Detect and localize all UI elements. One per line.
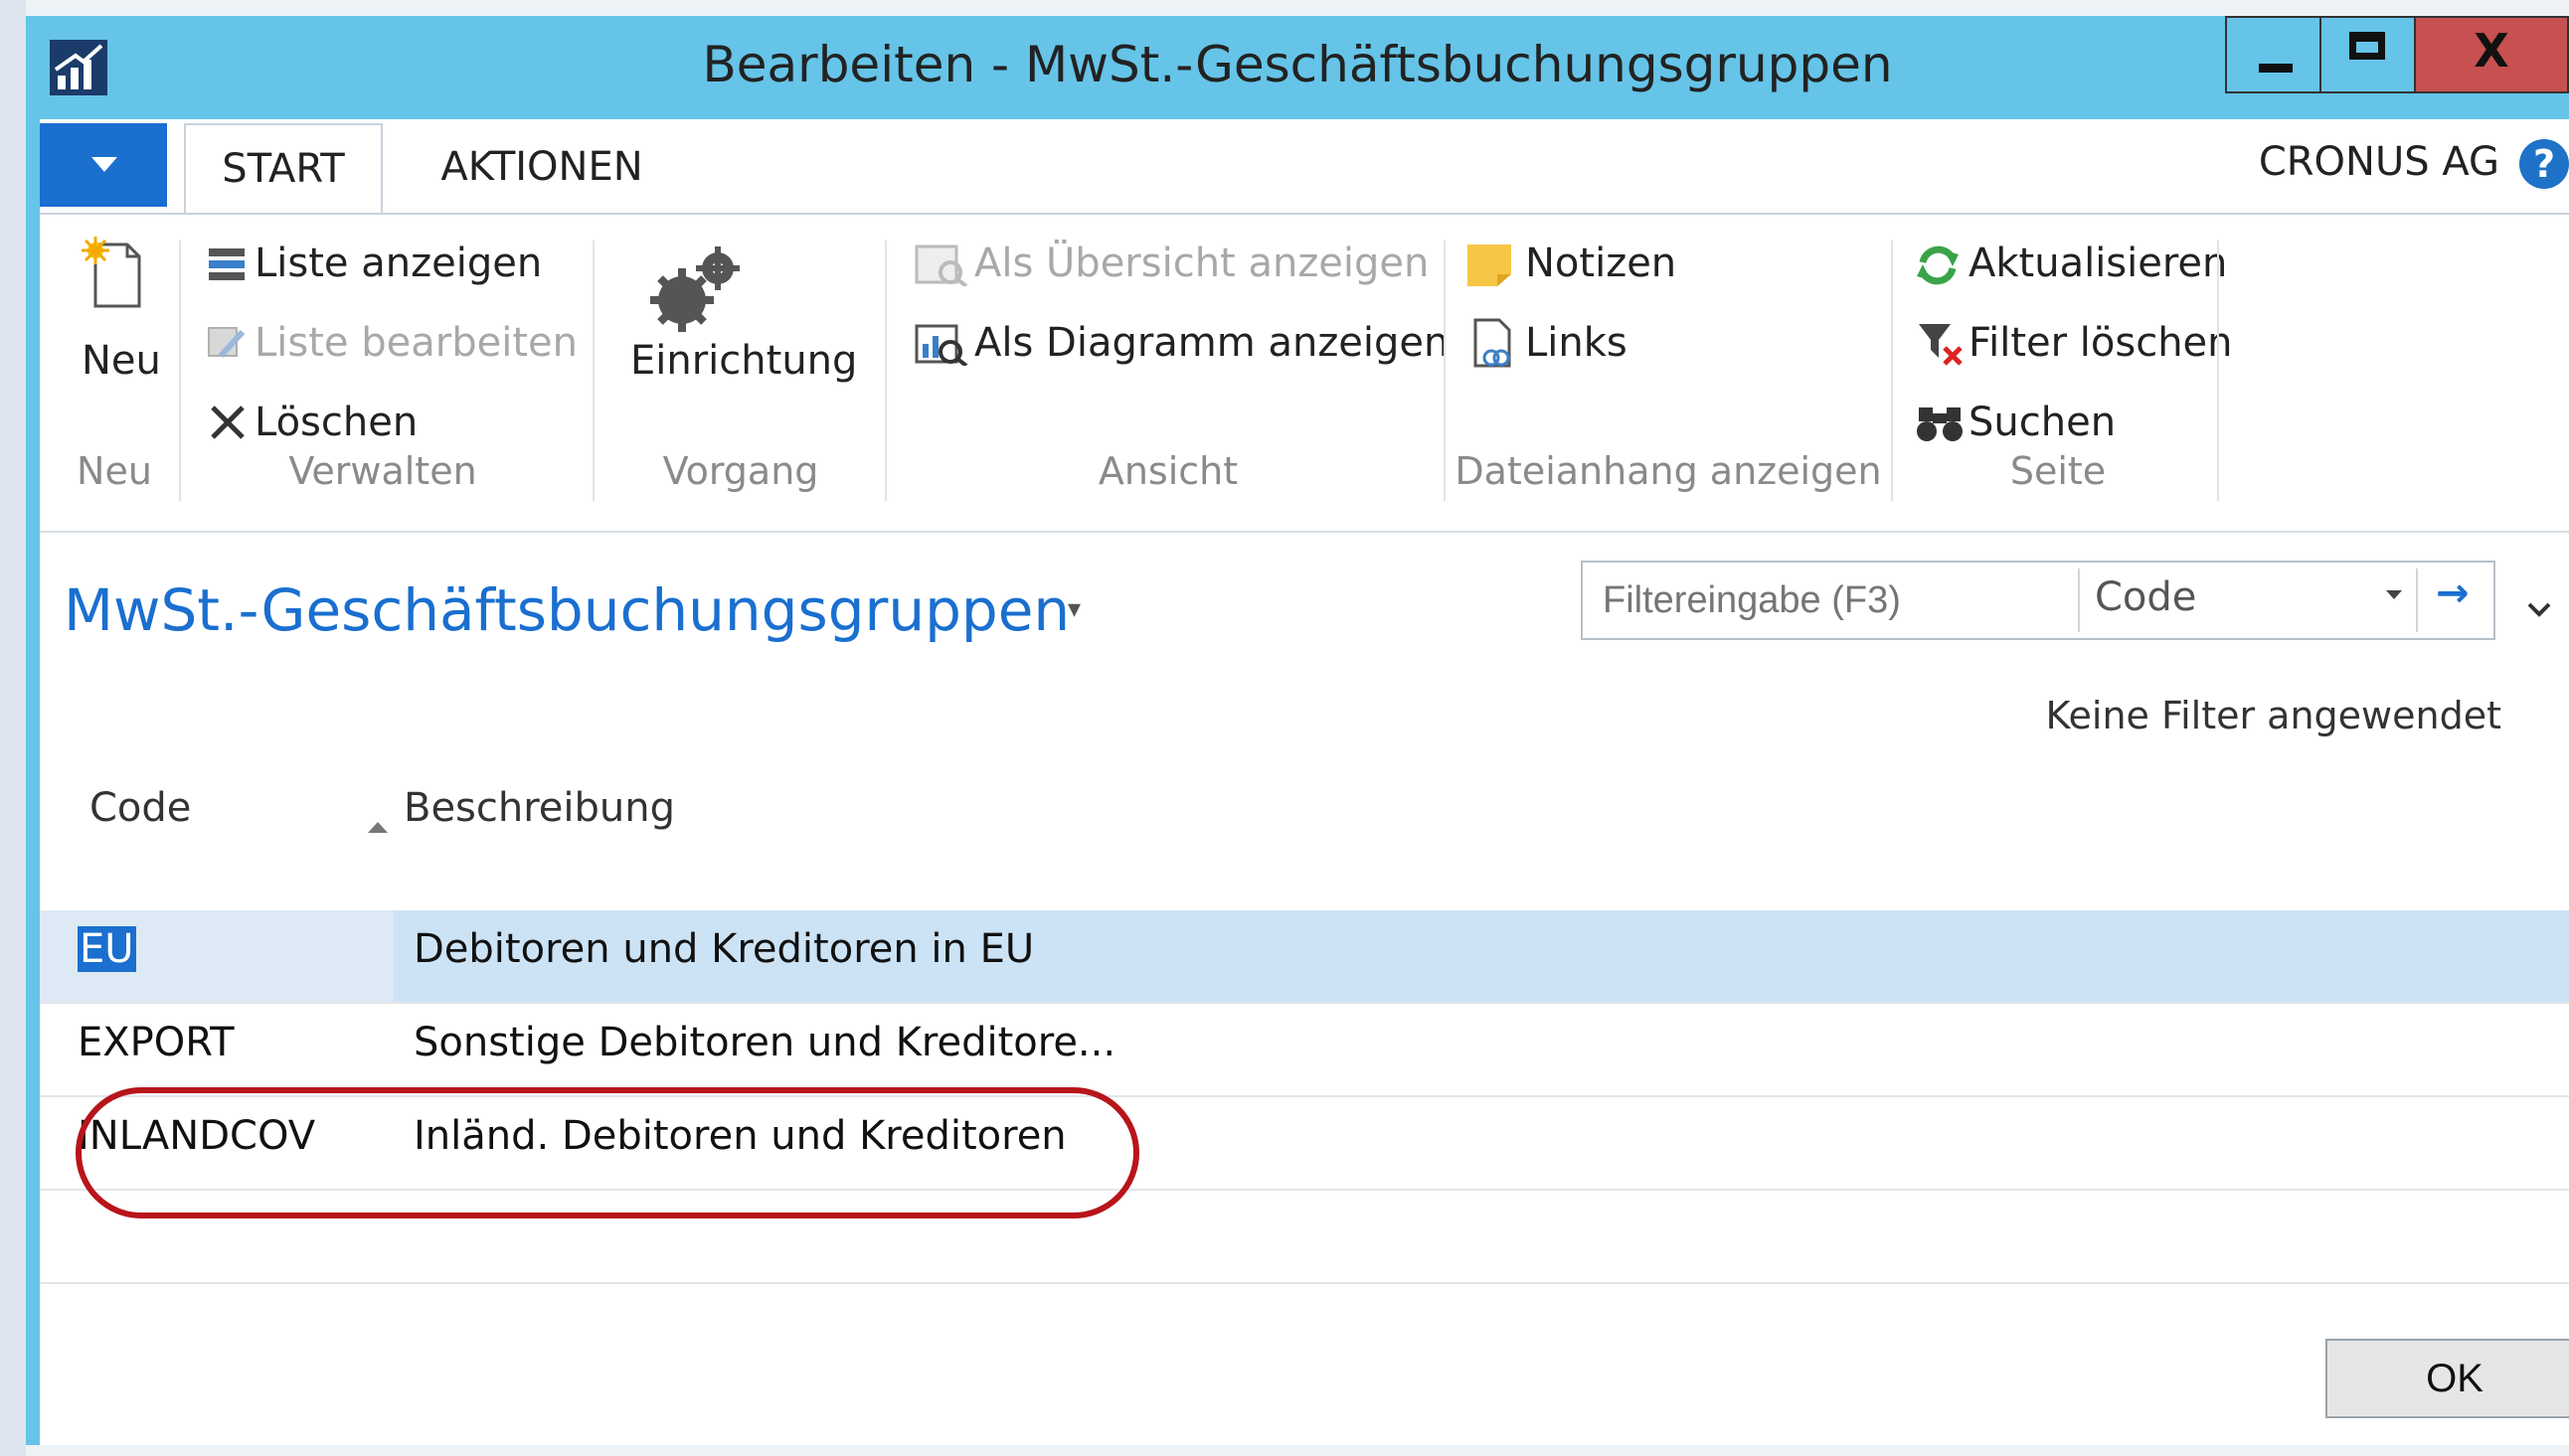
show-as-chart-button[interactable]: Als Diagramm anzeigen	[974, 320, 1449, 366]
show-list-button[interactable]: Liste anzeigen	[255, 241, 542, 286]
delete-x-icon	[211, 405, 245, 439]
help-icon[interactable]: ?	[2519, 139, 2569, 189]
new-document-icon	[82, 237, 141, 308]
filter-bar: Code →	[1581, 561, 2495, 640]
notes-button[interactable]: Notizen	[1525, 241, 1676, 286]
maximize-button[interactable]	[2319, 16, 2416, 93]
clear-filter-icon	[1919, 324, 1963, 366]
edit-list-button[interactable]: Liste bearbeiten	[255, 320, 578, 366]
company-name[interactable]: CRONUS AG	[2259, 139, 2499, 185]
minimize-button[interactable]	[2225, 16, 2319, 93]
chevron-down-icon[interactable]	[2386, 590, 2402, 599]
page-menu-icon[interactable]: ▾	[1068, 594, 1081, 624]
group-label-verwalten: Verwalten	[288, 449, 477, 493]
group-divider	[885, 241, 887, 501]
show-as-overview-button[interactable]: Als Übersicht anzeigen	[974, 241, 1429, 286]
group-divider	[179, 241, 181, 501]
ribbon: Neu Neu Liste anzeigen Liste bearbeiten …	[40, 213, 2569, 533]
delete-button[interactable]: Löschen	[255, 400, 418, 445]
gears-icon	[650, 246, 740, 332]
filter-status: Keine Filter angewendet	[2045, 694, 2501, 737]
collapse-chevron-icon[interactable]	[2525, 594, 2553, 622]
link-icon	[1473, 318, 1511, 368]
window-title: Bearbeiten - MwSt.-Geschäftsbuchungsgrup…	[702, 36, 1893, 93]
filter-field-select[interactable]: Code	[2095, 574, 2196, 620]
filter-divider	[2078, 568, 2080, 632]
group-label-ansicht: Ansicht	[1098, 449, 1239, 493]
close-button[interactable]: X	[2416, 16, 2569, 93]
column-header-description[interactable]: Beschreibung	[404, 785, 675, 831]
group-label-vorgang: Vorgang	[662, 449, 819, 493]
tab-start[interactable]: START	[184, 123, 383, 215]
note-icon	[1467, 244, 1511, 286]
maximize-icon	[2349, 32, 2385, 60]
group-divider	[593, 241, 595, 501]
clear-filter-button[interactable]: Filter löschen	[1969, 320, 2233, 366]
group-divider	[1891, 241, 1893, 501]
group-label-neu: Neu	[77, 449, 152, 493]
title-bar[interactable]: Bearbeiten - MwSt.-Geschäftsbuchungsgrup…	[26, 16, 2569, 119]
refresh-button[interactable]: Aktualisieren	[1969, 241, 2227, 286]
row-description[interactable]: Sonstige Debitoren und Kreditore...	[414, 1020, 1115, 1065]
refresh-icon	[1917, 245, 1959, 285]
ok-button[interactable]: OK	[2325, 1339, 2569, 1418]
setup-button[interactable]: Einrichtung	[630, 338, 857, 384]
filter-input[interactable]	[1583, 563, 2078, 638]
desktop-background	[0, 0, 26, 1456]
close-icon: X	[2474, 24, 2509, 78]
links-button[interactable]: Links	[1525, 320, 1627, 366]
dialog-window: Bearbeiten - MwSt.-Geschäftsbuchungsgrup…	[26, 16, 2569, 1445]
search-button[interactable]: Suchen	[1969, 400, 2116, 445]
list-view-icon	[209, 248, 245, 280]
file-menu-button[interactable]	[40, 123, 167, 207]
group-label-seite: Seite	[2009, 449, 2107, 493]
dropdown-arrow-icon	[91, 157, 117, 172]
new-button[interactable]: Neu	[82, 338, 161, 384]
group-divider	[2217, 241, 2219, 501]
list-edit-icon	[208, 327, 246, 359]
overview-icon	[915, 244, 968, 286]
window-content: START AKTIONEN CRONUS AG ? Neu Neu Liste…	[40, 119, 2569, 1445]
group-divider	[1444, 241, 1446, 501]
minimize-icon	[2259, 64, 2293, 73]
ribbon-tab-row: START AKTIONEN CRONUS AG ?	[40, 119, 2569, 215]
row-code[interactable]: EU	[78, 926, 136, 972]
column-header-code[interactable]: Code	[89, 785, 191, 831]
table-row[interactable]: EU Debitoren und Kreditoren in EU	[40, 910, 2569, 1004]
row-description[interactable]: Debitoren und Kreditoren in EU	[414, 926, 1034, 972]
apply-filter-arrow-icon[interactable]: →	[2436, 570, 2470, 616]
table-row[interactable]: EXPORT Sonstige Debitoren und Kreditore.…	[40, 1004, 2569, 1097]
chart-view-icon	[915, 324, 968, 366]
row-code[interactable]: EXPORT	[78, 1020, 235, 1065]
highlight-annotation-ellipse	[76, 1087, 1139, 1218]
binoculars-icon	[1917, 407, 1963, 441]
sort-ascending-icon	[368, 822, 388, 833]
group-label-attachments: Dateianhang anzeigen	[1455, 449, 1882, 493]
page-title: MwSt.-Geschäftsbuchungsgruppen	[64, 576, 1071, 644]
filter-divider	[2416, 568, 2418, 632]
tab-aktionen[interactable]: AKTIONEN	[408, 123, 676, 215]
